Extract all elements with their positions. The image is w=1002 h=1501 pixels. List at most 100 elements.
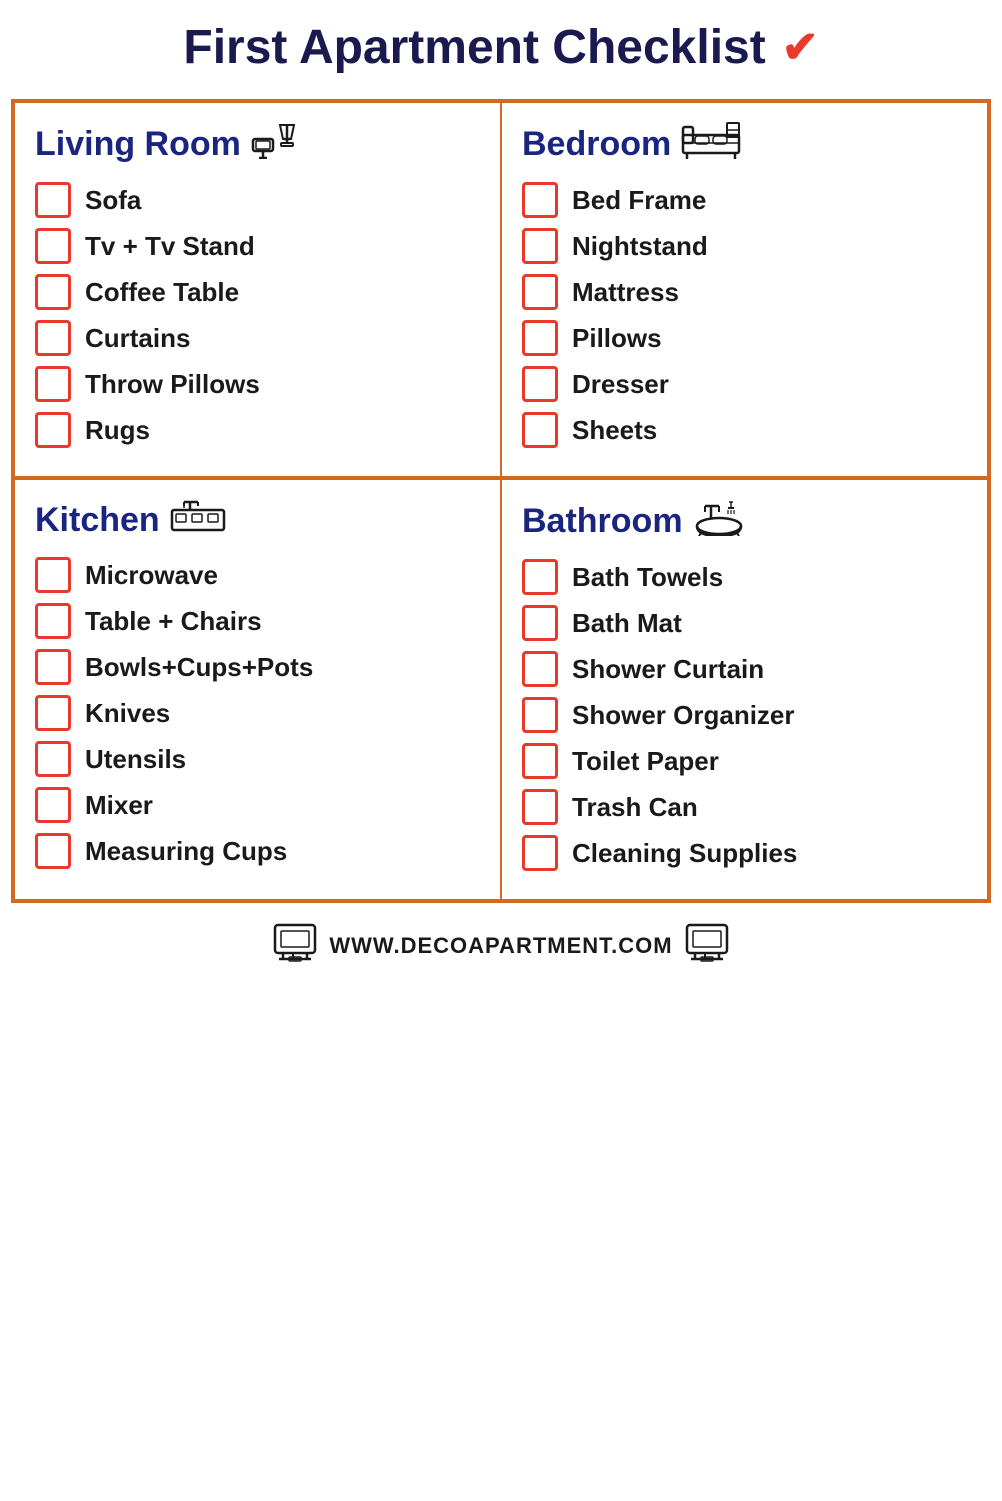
bedroom-header: Bedroom [522, 121, 967, 168]
living-room-label: Living Room [35, 125, 241, 164]
item-label: Bowls+Cups+Pots [85, 652, 313, 683]
title-checkmark-icon: ✔ [782, 22, 819, 73]
footer-url: WWW.DECOAPARTMENT.COM [329, 933, 672, 959]
checkbox-trash-can[interactable] [522, 789, 558, 825]
main-grid: Living Room Sofa [11, 99, 991, 903]
checkbox-rugs[interactable] [35, 412, 71, 448]
item-label: Curtains [85, 323, 190, 354]
living-room-header: Living Room [35, 121, 480, 168]
bedroom-item-bed-frame: Bed Frame [522, 182, 967, 218]
kitchen-item-microwave: Microwave [35, 557, 480, 593]
item-label: Coffee Table [85, 277, 239, 308]
checkbox-bowls[interactable] [35, 649, 71, 685]
checkbox-bed-frame[interactable] [522, 182, 558, 218]
footer-left-icon [273, 923, 317, 969]
bathroom-item-bath-mat: Bath Mat [522, 605, 967, 641]
page-title: First Apartment Checklist ✔ [183, 20, 818, 75]
bathroom-label: Bathroom [522, 502, 683, 541]
checkbox-cleaning-supplies[interactable] [522, 835, 558, 871]
checkbox-curtains[interactable] [35, 320, 71, 356]
checkbox-tv[interactable] [35, 228, 71, 264]
item-label: Mattress [572, 277, 679, 308]
checkbox-nightstand[interactable] [522, 228, 558, 264]
bedroom-item-pillows: Pillows [522, 320, 967, 356]
checkbox-bath-towels[interactable] [522, 559, 558, 595]
item-label: Rugs [85, 415, 150, 446]
living-room-item-curtains: Curtains [35, 320, 480, 356]
living-room-section: Living Room Sofa [14, 102, 501, 477]
bathroom-item-bath-towels: Bath Towels [522, 559, 967, 595]
checkbox-throw-pillows[interactable] [35, 366, 71, 402]
item-label: Pillows [572, 323, 662, 354]
checkbox-shower-organizer[interactable] [522, 697, 558, 733]
kitchen-item-measuring-cups: Measuring Cups [35, 833, 480, 869]
item-label: Dresser [572, 369, 669, 400]
checkbox-coffee-table[interactable] [35, 274, 71, 310]
checkbox-shower-curtain[interactable] [522, 651, 558, 687]
item-label: Sofa [85, 185, 141, 216]
checkbox-mattress[interactable] [522, 274, 558, 310]
bedroom-item-nightstand: Nightstand [522, 228, 967, 264]
checkbox-microwave[interactable] [35, 557, 71, 593]
checkbox-dresser[interactable] [522, 366, 558, 402]
kitchen-item-mixer: Mixer [35, 787, 480, 823]
item-label: Table + Chairs [85, 606, 262, 637]
bedroom-item-dresser: Dresser [522, 366, 967, 402]
footer-right-icon [685, 923, 729, 969]
item-label: Bath Towels [572, 562, 723, 593]
bedroom-item-mattress: Mattress [522, 274, 967, 310]
item-label: Toilet Paper [572, 746, 719, 777]
item-label: Bed Frame [572, 185, 706, 216]
bathroom-item-toilet-paper: Toilet Paper [522, 743, 967, 779]
bedroom-item-sheets: Sheets [522, 412, 967, 448]
kitchen-icon [170, 498, 226, 543]
checkbox-sofa[interactable] [35, 182, 71, 218]
checkbox-knives[interactable] [35, 695, 71, 731]
item-label: Shower Organizer [572, 700, 795, 731]
living-room-item-coffee-table: Coffee Table [35, 274, 480, 310]
bathroom-item-shower-organizer: Shower Organizer [522, 697, 967, 733]
item-label: Trash Can [572, 792, 698, 823]
bedroom-icon [681, 121, 741, 168]
bathroom-item-shower-curtain: Shower Curtain [522, 651, 967, 687]
item-label: Bath Mat [572, 608, 682, 639]
checkbox-utensils[interactable] [35, 741, 71, 777]
kitchen-item-table-chairs: Table + Chairs [35, 603, 480, 639]
item-label: Tv + Tv Stand [85, 231, 255, 262]
item-label: Mixer [85, 790, 153, 821]
bathroom-header: Bathroom [522, 498, 967, 545]
living-room-item-rugs: Rugs [35, 412, 480, 448]
living-room-item-tv: Tv + Tv Stand [35, 228, 480, 264]
item-label: Knives [85, 698, 170, 729]
checkbox-measuring-cups[interactable] [35, 833, 71, 869]
item-label: Microwave [85, 560, 218, 591]
living-room-item-throw-pillows: Throw Pillows [35, 366, 480, 402]
checkbox-pillows[interactable] [522, 320, 558, 356]
item-label: Nightstand [572, 231, 708, 262]
bedroom-section: Bedroom [501, 102, 988, 477]
kitchen-label: Kitchen [35, 501, 160, 540]
living-room-item-sofa: Sofa [35, 182, 480, 218]
item-label: Throw Pillows [85, 369, 260, 400]
bathroom-icon [693, 498, 745, 545]
kitchen-section: Kitchen Micro [14, 477, 501, 900]
living-room-icon [251, 121, 305, 168]
item-label: Sheets [572, 415, 657, 446]
kitchen-header: Kitchen [35, 498, 480, 543]
checkbox-toilet-paper[interactable] [522, 743, 558, 779]
bathroom-item-cleaning-supplies: Cleaning Supplies [522, 835, 967, 871]
bathroom-section: Bathroom [501, 477, 988, 900]
item-label: Measuring Cups [85, 836, 287, 867]
checkbox-table-chairs[interactable] [35, 603, 71, 639]
item-label: Cleaning Supplies [572, 838, 797, 869]
item-label: Shower Curtain [572, 654, 764, 685]
checkbox-sheets[interactable] [522, 412, 558, 448]
bathroom-item-trash-can: Trash Can [522, 789, 967, 825]
kitchen-item-knives: Knives [35, 695, 480, 731]
checkbox-bath-mat[interactable] [522, 605, 558, 641]
footer: WWW.DECOAPARTMENT.COM [273, 923, 728, 969]
bedroom-label: Bedroom [522, 125, 671, 164]
checkbox-mixer[interactable] [35, 787, 71, 823]
item-label: Utensils [85, 744, 186, 775]
kitchen-item-utensils: Utensils [35, 741, 480, 777]
